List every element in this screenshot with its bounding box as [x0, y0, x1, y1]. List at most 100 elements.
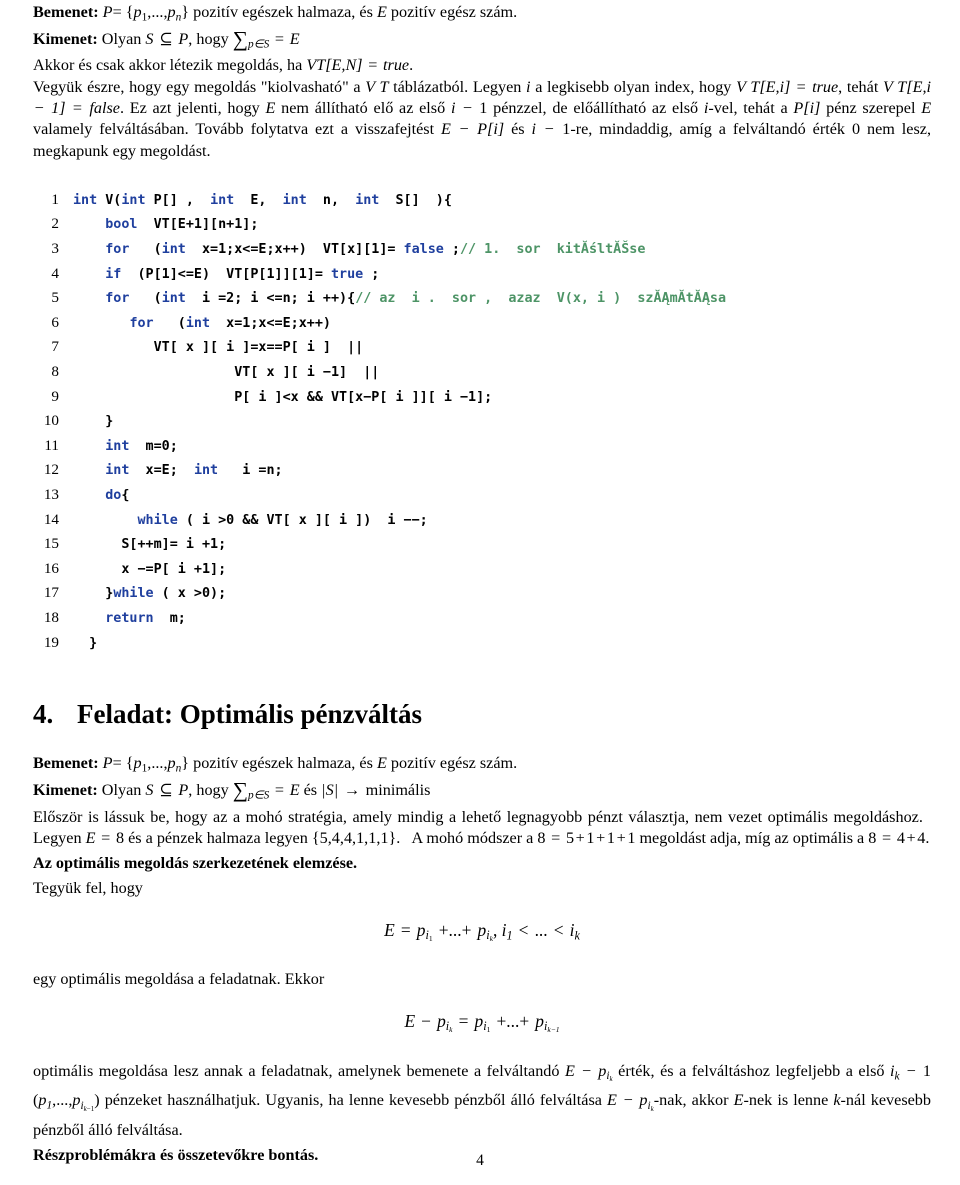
code-line-number: 4 — [51, 264, 59, 282]
code-keyword: false — [403, 242, 444, 258]
page-content: Bemenet: P= {p1,...,pn} pozitív egészek … — [33, 2, 931, 1166]
problem-hogy: , hogy — [188, 780, 229, 799]
eq1-p1-sub-1: 1 — [428, 934, 433, 944]
eq2-E: E — [404, 1010, 416, 1031]
code-line: 8 VT[ x ][ i −1] || — [33, 360, 931, 385]
assume-line: Tegyük fel, hogy — [33, 879, 143, 898]
code-identifier: } — [73, 635, 98, 651]
code-line: 16 x −=P[ i +1]; — [33, 557, 931, 582]
code-identifier — [73, 611, 105, 626]
intro-pn: p — [167, 3, 176, 21]
code-keyword: return — [105, 610, 154, 626]
code-identifier — [73, 513, 138, 528]
code-identifier: ; — [443, 242, 460, 258]
code-line-number: 17 — [43, 584, 59, 602]
eq2-p1: p — [474, 1010, 484, 1031]
arrow-icon: → — [343, 780, 360, 799]
code-identifier: P[ i ]<x && VT[x−P[ i ]][ i −1]; — [73, 389, 493, 405]
code-listing: 1 int V(int P[] , int E, int n, int S[] )… — [33, 188, 931, 655]
code-keyword: int — [105, 438, 130, 454]
code-identifier: } — [73, 414, 114, 430]
code-identifier — [73, 439, 105, 454]
eq1-i1-sub: 1 — [506, 928, 513, 943]
problem-olyan: Olyan — [101, 780, 142, 799]
code-keyword: int — [161, 291, 186, 307]
code-keyword: int — [210, 192, 235, 208]
code-identifier: VT[ x ][ i −1] || — [73, 365, 380, 381]
intro-eq-open: = { — [112, 3, 134, 21]
code-line-number: 2 — [51, 215, 59, 233]
code-line: 3 for (int x=1;x<=E;x++) VT[x][1]= false… — [33, 237, 931, 262]
code-identifier: VT[ x ][ i ]=x==P[ i ] || — [73, 340, 364, 356]
code-line-number: 15 — [43, 535, 59, 553]
code-line-number: 18 — [43, 608, 59, 626]
code-line-number: 5 — [51, 289, 59, 307]
eq2-plus-dots: +...+ — [496, 1010, 530, 1031]
problem-input-label: Bemenet: — [33, 754, 99, 773]
intro-body-paragraph: Vegyük észre, hogy egy megoldás "kiolvas… — [33, 77, 932, 160]
code-identifier: S[] ){ — [379, 192, 452, 208]
intro-close: } pozitív egészek halmaza, és — [181, 3, 373, 21]
code-identifier — [73, 316, 129, 331]
code-identifier: m=0; — [129, 438, 178, 454]
code-comment: // 1. sor kitĂśltĂŠse — [459, 242, 646, 258]
code-identifier — [73, 267, 105, 282]
code-line-number: 6 — [51, 313, 59, 331]
code-identifier: i =2; i <=n; i ++){ — [185, 291, 356, 307]
document-page: Bemenet: P= {p1,...,pn} pozitív egészek … — [0, 0, 960, 1185]
code-keyword: do — [105, 487, 122, 503]
code-identifier: E, — [234, 192, 283, 208]
problem-P: P — [102, 754, 113, 773]
code-line-number: 19 — [43, 633, 59, 651]
code-line-number: 11 — [44, 436, 59, 454]
eq2-p1-sub-1: 1 — [486, 1025, 491, 1035]
intro-true: true — [383, 56, 410, 75]
intro-P2: P — [178, 29, 189, 48]
code-line: 10 } — [33, 409, 931, 434]
greedy-paragraph: Először is lássuk be, hogy az a mohó str… — [33, 807, 931, 847]
code-line-text: S[++m]= i +1; — [73, 537, 226, 552]
intro-S: S — [145, 29, 154, 48]
eq2-pk: p — [437, 1010, 446, 1031]
problem-sum-sub: p∈S — [248, 789, 270, 802]
code-line-text: for (int x=1;x<=E;x++) VT[x][1]= false ;… — [73, 242, 645, 257]
code-line: 1 int V(int P[] , int E, int n, int S[] )… — [33, 188, 931, 213]
problem-E2: E — [289, 780, 300, 799]
code-keyword: while — [137, 512, 178, 528]
code-line-number: 12 — [43, 461, 59, 479]
code-line-text: } — [73, 414, 113, 429]
code-line-number: 8 — [51, 363, 59, 381]
code-line-number: 1 — [51, 190, 59, 208]
code-keyword: for — [129, 315, 154, 331]
code-identifier: P[] , — [145, 192, 211, 208]
code-identifier: ; — [363, 266, 380, 282]
sigma-icon: ∑ — [232, 26, 249, 51]
code-line-text: while ( i >0 && VT[ x ][ i ]) i −−; — [73, 513, 428, 528]
code-identifier — [73, 463, 105, 478]
code-keyword: int — [105, 463, 130, 479]
code-line-text: if (P[1]<=E) VT[P[1]][1]= true ; — [73, 267, 379, 282]
code-identifier: ( x >0); — [153, 586, 227, 602]
problem-P2: P — [178, 780, 189, 799]
code-keyword: int — [185, 315, 211, 331]
structure-heading: Az optimális megoldás szerkezetének elem… — [33, 853, 931, 874]
code-identifier: x=1;x<=E;x++) — [210, 315, 331, 331]
code-keyword: int — [161, 242, 186, 258]
code-line: 19 } — [33, 631, 931, 656]
code-line-text: } — [73, 636, 97, 651]
intro-vt: VT — [306, 56, 326, 75]
eq2-pl: p — [535, 1010, 544, 1031]
code-keyword: while — [113, 586, 154, 602]
code-keyword: bool — [105, 217, 138, 233]
intro-line3-eq: = — [368, 56, 378, 75]
problem-es: és — [303, 780, 318, 799]
code-keyword: true — [330, 266, 364, 282]
code-line: 6 for (int x=1;x<=E;x++) — [33, 311, 931, 336]
intro-p1: p — [133, 3, 142, 21]
code-line: 18 return m; — [33, 606, 931, 631]
code-line-number: 3 — [51, 240, 59, 258]
problem-E: E — [376, 754, 387, 773]
code-identifier: x=E; — [129, 463, 194, 479]
code-line-number: 10 — [43, 412, 59, 430]
code-identifier — [73, 217, 105, 232]
